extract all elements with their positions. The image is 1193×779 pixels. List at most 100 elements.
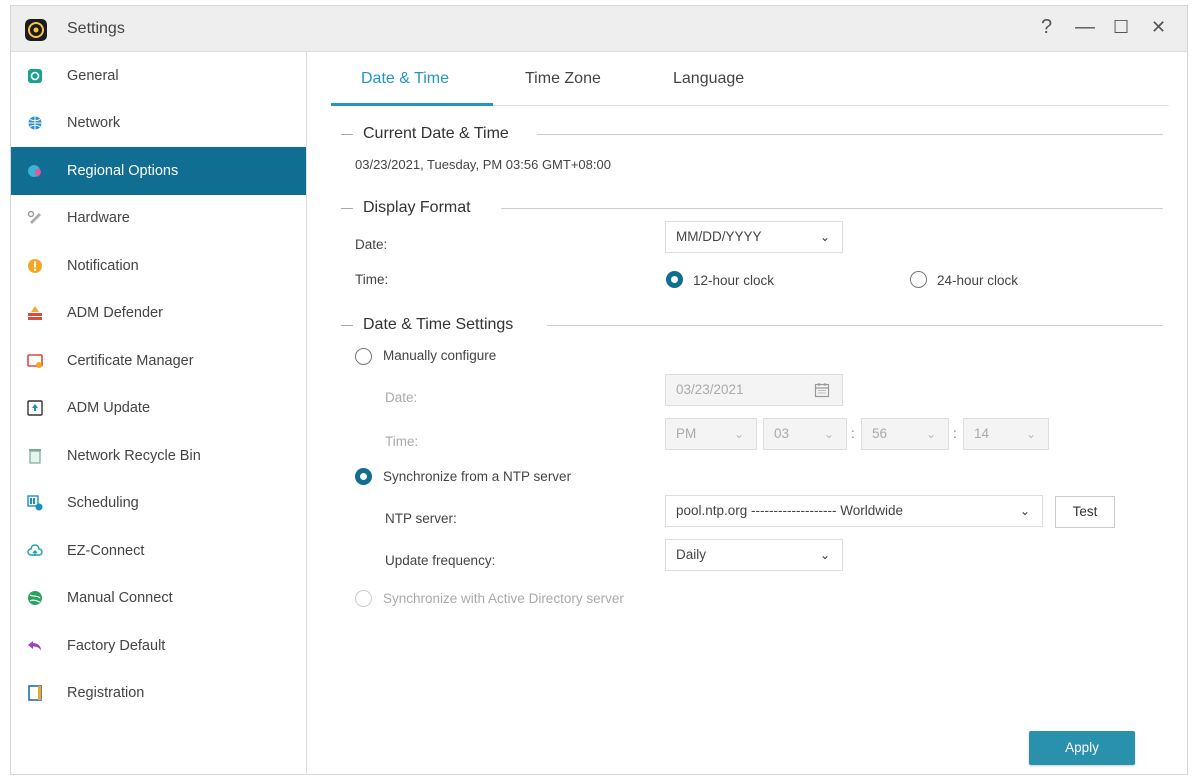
active-directory-option-label: Synchronize with Active Directory server <box>383 591 624 606</box>
update-frequency-select[interactable]: Daily ⌄ <box>665 539 843 571</box>
section-date-time-settings: Date & Time Settings <box>341 316 1163 336</box>
sidebar-item-network-recycle-bin[interactable]: Network Recycle Bin <box>11 432 306 480</box>
tab-language[interactable]: Language <box>673 70 744 88</box>
tab-bar: Date & Time Time Zone Language <box>331 52 1169 106</box>
section-divider <box>501 208 1163 209</box>
sidebar-item-label: Network Recycle Bin <box>67 447 201 464</box>
section-divider <box>547 325 1163 326</box>
regional-options-icon <box>28 164 41 177</box>
ampm-value: PM <box>676 426 697 441</box>
ampm-select[interactable]: PM ⌄ <box>665 418 757 450</box>
manual-date-value: 03/23/2021 <box>676 382 744 397</box>
date-format-select[interactable]: MM/DD/YYYY ⌄ <box>665 221 843 253</box>
current-date-time-value: 03/23/2021, Tuesday, PM 03:56 GMT+08:00 <box>355 157 611 172</box>
defender-icon <box>28 306 42 321</box>
hour-value: 03 <box>774 426 790 441</box>
radio-12-hour-label: 12-hour clock <box>693 273 775 288</box>
undo-icon <box>28 640 41 651</box>
manual-configure-label: Manually configure <box>383 348 497 363</box>
general-icon <box>28 68 42 83</box>
update-frequency-value: Daily <box>676 547 707 562</box>
sidebar-item-scheduling[interactable]: Scheduling <box>11 480 306 528</box>
manual-date-label: Date: <box>385 390 418 405</box>
sidebar-item-ez-connect[interactable]: EZ-Connect <box>11 527 306 575</box>
minimize-button[interactable]: — <box>1075 16 1095 39</box>
cloud-icon <box>27 544 43 556</box>
manual-date-input[interactable]: 03/23/2021 <box>665 374 843 406</box>
registration-icon <box>28 685 42 702</box>
sidebar-item-label: EZ-Connect <box>67 542 145 559</box>
hour-select[interactable]: 03 ⌄ <box>763 418 847 450</box>
sidebar-item-label: Notification <box>67 257 139 274</box>
globe-icon <box>28 116 42 130</box>
radio-active-directory[interactable] <box>355 590 372 607</box>
ntp-server-value: pool.ntp.org ------------------- Worldwi… <box>676 503 903 518</box>
chevron-down-icon: ⌄ <box>1025 427 1036 441</box>
section-dash <box>341 134 353 135</box>
recycle-bin-icon <box>29 448 41 464</box>
ntp-server-select[interactable]: pool.ntp.org ------------------- Worldwi… <box>665 495 1043 527</box>
time-separator: : <box>953 426 957 441</box>
chevron-down-icon: ⌄ <box>925 427 936 441</box>
radio-24-hour-label: 24-hour clock <box>937 273 1019 288</box>
sidebar-item-label: ADM Defender <box>67 305 163 322</box>
radio-24-hour[interactable] <box>910 271 927 288</box>
sidebar-item-hardware[interactable]: Hardware <box>11 195 306 243</box>
section-dash <box>341 208 353 209</box>
maximize-button[interactable]: ☐ <box>1113 17 1129 38</box>
manual-connect-icon <box>28 591 42 606</box>
certificate-icon <box>27 353 43 368</box>
sidebar-item-label: General <box>67 67 119 84</box>
radio-manual-configure[interactable] <box>355 348 372 365</box>
second-value: 14 <box>974 426 990 441</box>
chevron-down-icon: ⌄ <box>823 427 834 441</box>
sidebar-item-regional-options[interactable]: Regional Options <box>11 147 306 195</box>
sidebar-item-label: Certificate Manager <box>67 352 194 369</box>
chevron-down-icon: ⌄ <box>1019 504 1030 518</box>
main-panel: Date & Time Time Zone Language Current D… <box>307 52 1187 774</box>
sidebar-item-label: Network <box>67 115 121 132</box>
sidebar-item-label: Regional Options <box>67 162 179 179</box>
sidebar-item-registration[interactable]: Registration <box>11 670 306 718</box>
sidebar-item-factory-default[interactable]: Factory Default <box>11 622 306 670</box>
minute-select[interactable]: 56 ⌄ <box>861 418 949 450</box>
section-display-format: Display Format <box>341 199 1163 219</box>
sidebar-item-general[interactable]: General <box>11 52 306 100</box>
section-current-date-time: Current Date & Time <box>341 125 1163 145</box>
sidebar-item-adm-update[interactable]: ADM Update <box>11 385 306 433</box>
sidebar-item-notification[interactable]: Notification <box>11 242 306 290</box>
settings-window: Settings ? — ☐ ✕ General Network Regiona… <box>10 5 1188 775</box>
chevron-down-icon: ⌄ <box>733 427 744 441</box>
sidebar-item-label: Manual Connect <box>67 590 173 607</box>
calendar-icon[interactable] <box>814 382 830 398</box>
close-button[interactable]: ✕ <box>1151 17 1166 38</box>
sidebar-item-label: Registration <box>67 685 145 702</box>
section-dash <box>341 325 353 326</box>
sidebar-item-manual-connect[interactable]: Manual Connect <box>11 575 306 623</box>
sidebar-item-label: Scheduling <box>67 495 139 512</box>
radio-12-hour[interactable] <box>666 271 683 288</box>
ntp-option-label: Synchronize from a NTP server <box>383 469 572 484</box>
sidebar-item-network[interactable]: Network <box>11 100 306 148</box>
section-title: Current Date & Time <box>363 125 519 143</box>
sidebar-item-adm-defender[interactable]: ADM Defender <box>11 290 306 338</box>
scheduling-icon <box>27 495 43 511</box>
date-format-label: Date: <box>355 237 388 252</box>
apply-button[interactable]: Apply <box>1029 731 1135 765</box>
chevron-down-icon: ⌄ <box>819 548 830 562</box>
help-button[interactable]: ? <box>1041 16 1052 39</box>
second-select[interactable]: 14 ⌄ <box>963 418 1049 450</box>
tab-date-time[interactable]: Date & Time <box>361 70 449 88</box>
radio-ntp-server[interactable] <box>355 468 372 485</box>
section-title: Display Format <box>363 199 481 217</box>
tab-time-zone[interactable]: Time Zone <box>525 70 601 88</box>
sidebar: General Network Regional Options Hardwar… <box>11 52 307 774</box>
time-format-label: Time: <box>355 272 389 287</box>
active-tab-indicator <box>331 103 493 106</box>
sidebar-item-label: Factory Default <box>67 637 166 654</box>
sidebar-item-certificate-manager[interactable]: Certificate Manager <box>11 337 306 385</box>
test-button[interactable]: Test <box>1055 496 1115 528</box>
settings-app-icon <box>25 19 47 41</box>
update-icon <box>27 400 43 416</box>
ntp-server-label: NTP server: <box>385 511 457 526</box>
